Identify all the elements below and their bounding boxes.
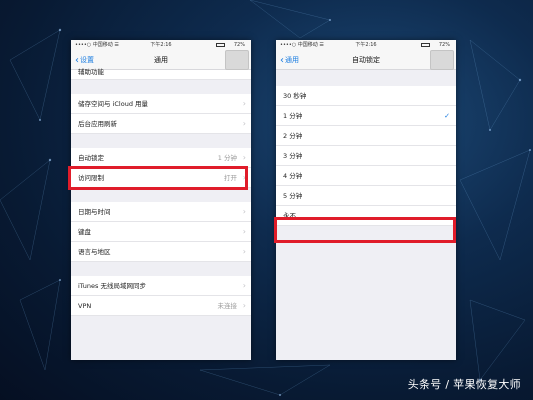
screen-corner-thumbnail xyxy=(225,50,249,70)
list-item-date-time[interactable]: 日期与时间 › xyxy=(71,202,251,222)
option-1-minute[interactable]: 1 分钟 ✓ xyxy=(276,106,456,126)
list-item-label: 储存空间与 iCloud 用量 xyxy=(78,100,149,108)
list-item-itunes-wifi-sync[interactable]: iTunes 无线局域网同步 › xyxy=(71,276,251,296)
chevron-right-icon: › xyxy=(242,301,246,310)
chevron-right-icon: › xyxy=(242,173,246,182)
list-item-language-region[interactable]: 语言与地区 › xyxy=(71,242,251,262)
page-title: 通用 xyxy=(154,56,168,64)
chevron-right-icon: › xyxy=(242,227,246,236)
battery-icon xyxy=(421,43,430,47)
list-item-restrictions[interactable]: 访问限制 打开 › xyxy=(71,168,251,188)
option-label: 5 分钟 xyxy=(283,192,303,200)
list-item-label: 语言与地区 xyxy=(78,248,111,256)
section-gap xyxy=(71,134,251,148)
nav-bar: ‹通用 自动锁定 xyxy=(276,50,456,70)
list-item-label: 键盘 xyxy=(78,228,91,236)
list-item-label: 访问限制 xyxy=(78,174,104,182)
list-item-label: 辅助功能 xyxy=(78,68,104,76)
battery-percent: 72% xyxy=(233,42,245,48)
chevron-right-icon: › xyxy=(242,99,246,108)
list-item-accessibility[interactable]: 辅助功能 xyxy=(71,68,251,80)
auto-lock-screen: ••••○ 中国移动 ☰ 下午2:16 72% ‹通用 自动锁定 30 秒钟 1… xyxy=(276,40,456,360)
option-2-minutes[interactable]: 2 分钟 xyxy=(276,126,456,146)
status-bar: ••••○ 中国移动 ☰ 下午2:16 72% xyxy=(276,40,456,50)
list-item-background-refresh[interactable]: 后台应用刷新 › xyxy=(71,114,251,134)
section-gap xyxy=(276,70,456,86)
screen-corner-thumbnail xyxy=(430,50,454,70)
list-item-label: VPN xyxy=(78,302,92,310)
chevron-right-icon: › xyxy=(242,247,246,256)
option-label: 30 秒钟 xyxy=(283,92,307,100)
list-item-value: 1 分钟 xyxy=(217,154,237,162)
battery-percent: 72% xyxy=(438,42,450,48)
chevron-right-icon: › xyxy=(242,119,246,128)
option-never[interactable]: 永不 xyxy=(276,206,456,226)
option-5-minutes[interactable]: 5 分钟 xyxy=(276,186,456,206)
list-item-value: 打开 xyxy=(224,174,237,182)
list-item-label: 后台应用刷新 xyxy=(78,120,117,128)
battery-icon xyxy=(216,43,225,47)
section-gap xyxy=(71,262,251,276)
option-label: 3 分钟 xyxy=(283,152,303,160)
list-item-label: iTunes 无线局域网同步 xyxy=(78,282,146,290)
list-item-label: 日期与时间 xyxy=(78,208,111,216)
option-30-seconds[interactable]: 30 秒钟 xyxy=(276,86,456,106)
option-3-minutes[interactable]: 3 分钟 xyxy=(276,146,456,166)
list-item-keyboard[interactable]: 键盘 › xyxy=(71,222,251,242)
option-label: 永不 xyxy=(283,212,296,220)
option-4-minutes[interactable]: 4 分钟 xyxy=(276,166,456,186)
watermark: 头条号 / 苹果恢复大师 xyxy=(407,378,521,391)
option-label: 1 分钟 xyxy=(283,112,303,120)
status-bar: ••••○ 中国移动 ☰ 下午2:16 72% xyxy=(71,40,251,50)
option-label: 4 分钟 xyxy=(283,172,303,180)
list-item-auto-lock[interactable]: 自动锁定 1 分钟 › xyxy=(71,148,251,168)
chevron-right-icon: › xyxy=(242,281,246,290)
section-gap xyxy=(71,80,251,94)
page-title: 自动锁定 xyxy=(352,56,380,64)
section-gap xyxy=(71,188,251,202)
checkmark-icon: ✓ xyxy=(444,112,450,120)
general-settings-screen: ••••○ 中国移动 ☰ 下午2:16 72% ‹设置 通用 辅助功能 储存空间… xyxy=(71,40,251,360)
list-item-vpn[interactable]: VPN 未连接 › xyxy=(71,296,251,316)
option-label: 2 分钟 xyxy=(283,132,303,140)
list-item-value: 未连接 xyxy=(217,302,238,310)
chevron-right-icon: › xyxy=(242,153,246,162)
list-item-storage[interactable]: 储存空间与 iCloud 用量 › xyxy=(71,94,251,114)
chevron-right-icon: › xyxy=(242,207,246,216)
nav-bar: ‹设置 通用 xyxy=(71,50,251,70)
list-item-label: 自动锁定 xyxy=(78,154,104,162)
